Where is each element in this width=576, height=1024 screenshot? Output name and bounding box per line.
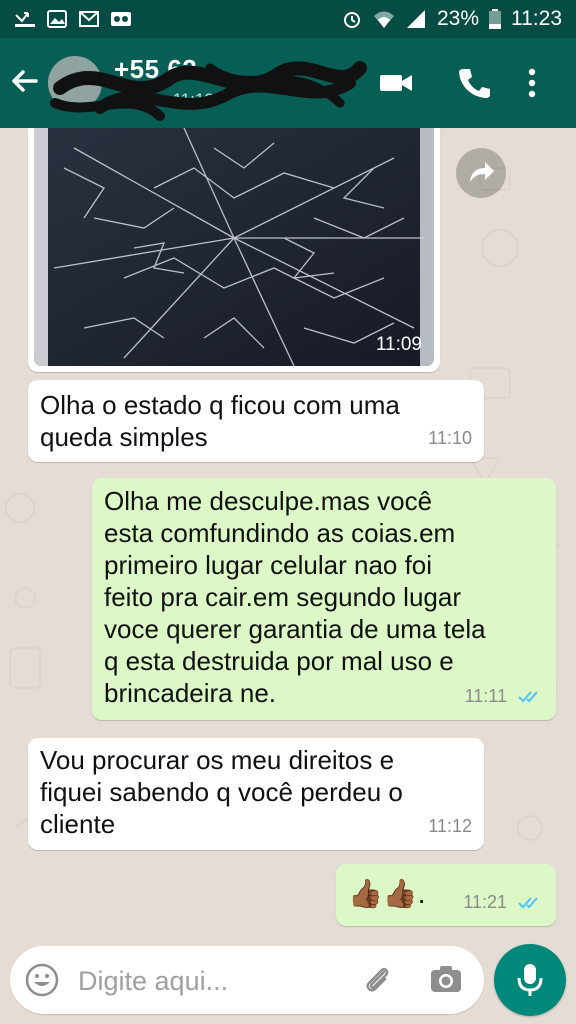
battery-percent: 23% [436, 7, 479, 30]
message-line: esta comfundindo as coias.em [104, 518, 456, 548]
message-line: Olha me desculpe.mas você [104, 486, 433, 516]
message-time: 11:12 [428, 816, 472, 836]
forward-button[interactable] [456, 148, 506, 198]
message-incoming[interactable]: Olha o estado q ficou com uma queda simp… [28, 380, 484, 462]
message-line: queda simples [40, 422, 208, 452]
double-check-icon [518, 691, 538, 703]
message-outgoing[interactable]: 👍🏾👍🏾. 11:21 [336, 864, 556, 926]
camera-icon[interactable] [428, 962, 464, 998]
message-meta: 11:21 [463, 886, 544, 918]
wifi-icon [373, 11, 394, 28]
message-line: brincadeira ne. [104, 678, 276, 708]
gmail-icon [79, 11, 99, 27]
message-time: 11:09 [375, 334, 422, 355]
voicemail-icon [111, 12, 131, 26]
message-text: Olha me desculpe.mas você esta comfundin… [104, 485, 486, 709]
video-call-icon[interactable] [378, 66, 414, 100]
message-text: Olha o estado q ficou com uma queda simp… [40, 389, 400, 453]
chat-area[interactable]: 11:09 Olha o estado q ficou com uma qued… [0, 128, 576, 940]
cracked-screen-image [34, 128, 434, 366]
phone-icon[interactable] [456, 66, 492, 100]
message-input[interactable] [76, 958, 340, 1004]
message-line: Vou procurar os meu direitos e [40, 745, 395, 775]
message-outgoing[interactable]: Olha me desculpe.mas você esta comfundin… [92, 478, 556, 720]
emoji-icon[interactable] [24, 962, 60, 998]
contact-name[interactable]: +55 62 [114, 54, 197, 85]
message-line: voce querer garantia de uma tela [104, 614, 486, 644]
mic-button[interactable] [494, 944, 566, 1016]
signal-icon [406, 10, 425, 28]
message-text: Vou procurar os meu direitos e fiquei sa… [40, 744, 403, 840]
message-line: feito pra cair.em segundo lugar [104, 582, 461, 612]
more-vert-icon[interactable] [522, 66, 542, 100]
status-bar: 23% 11:23 [0, 0, 576, 38]
message-time: 11:10 [428, 428, 472, 448]
contact-status: visto ... 11:12 [114, 90, 214, 109]
double-check-icon [518, 897, 538, 909]
status-bar-left [14, 9, 132, 29]
clock: 11:23 [511, 7, 562, 30]
missed-call-icon [15, 12, 35, 27]
mic-icon [517, 964, 543, 996]
message-time: 11:11 [464, 686, 507, 706]
message-line: fiquei sabendo q você perdeu o [40, 777, 403, 807]
message-time: 11:21 [463, 892, 507, 912]
message-line: q esta destruida por mal uso e [104, 646, 454, 676]
alarm-icon [343, 12, 360, 28]
message-line: primeiro lugar celular nao foi [104, 550, 433, 580]
compose-field-container [10, 946, 484, 1014]
message-emoji-text: 👍🏾👍🏾. [348, 878, 426, 909]
chat-header: +55 62 visto ... 11:12 [0, 38, 576, 128]
gallery-icon [47, 10, 67, 28]
message-line: cliente [40, 809, 116, 839]
image-message[interactable]: 11:09 [28, 128, 440, 372]
message-meta: 11:11 [465, 680, 544, 712]
back-arrow-icon[interactable] [8, 64, 42, 98]
forward-icon [470, 162, 494, 182]
attach-icon[interactable] [360, 962, 396, 998]
message-incoming[interactable]: Vou procurar os meu direitos e fiquei sa… [28, 738, 484, 850]
avatar[interactable] [48, 56, 102, 110]
battery-icon [489, 9, 501, 29]
message-line: Olha o estado q ficou com uma [40, 390, 400, 420]
status-bar-right: 23% 11:23 [341, 7, 562, 31]
cracked-screen-photo[interactable]: 11:09 [34, 128, 434, 366]
compose-bar [0, 940, 576, 1024]
